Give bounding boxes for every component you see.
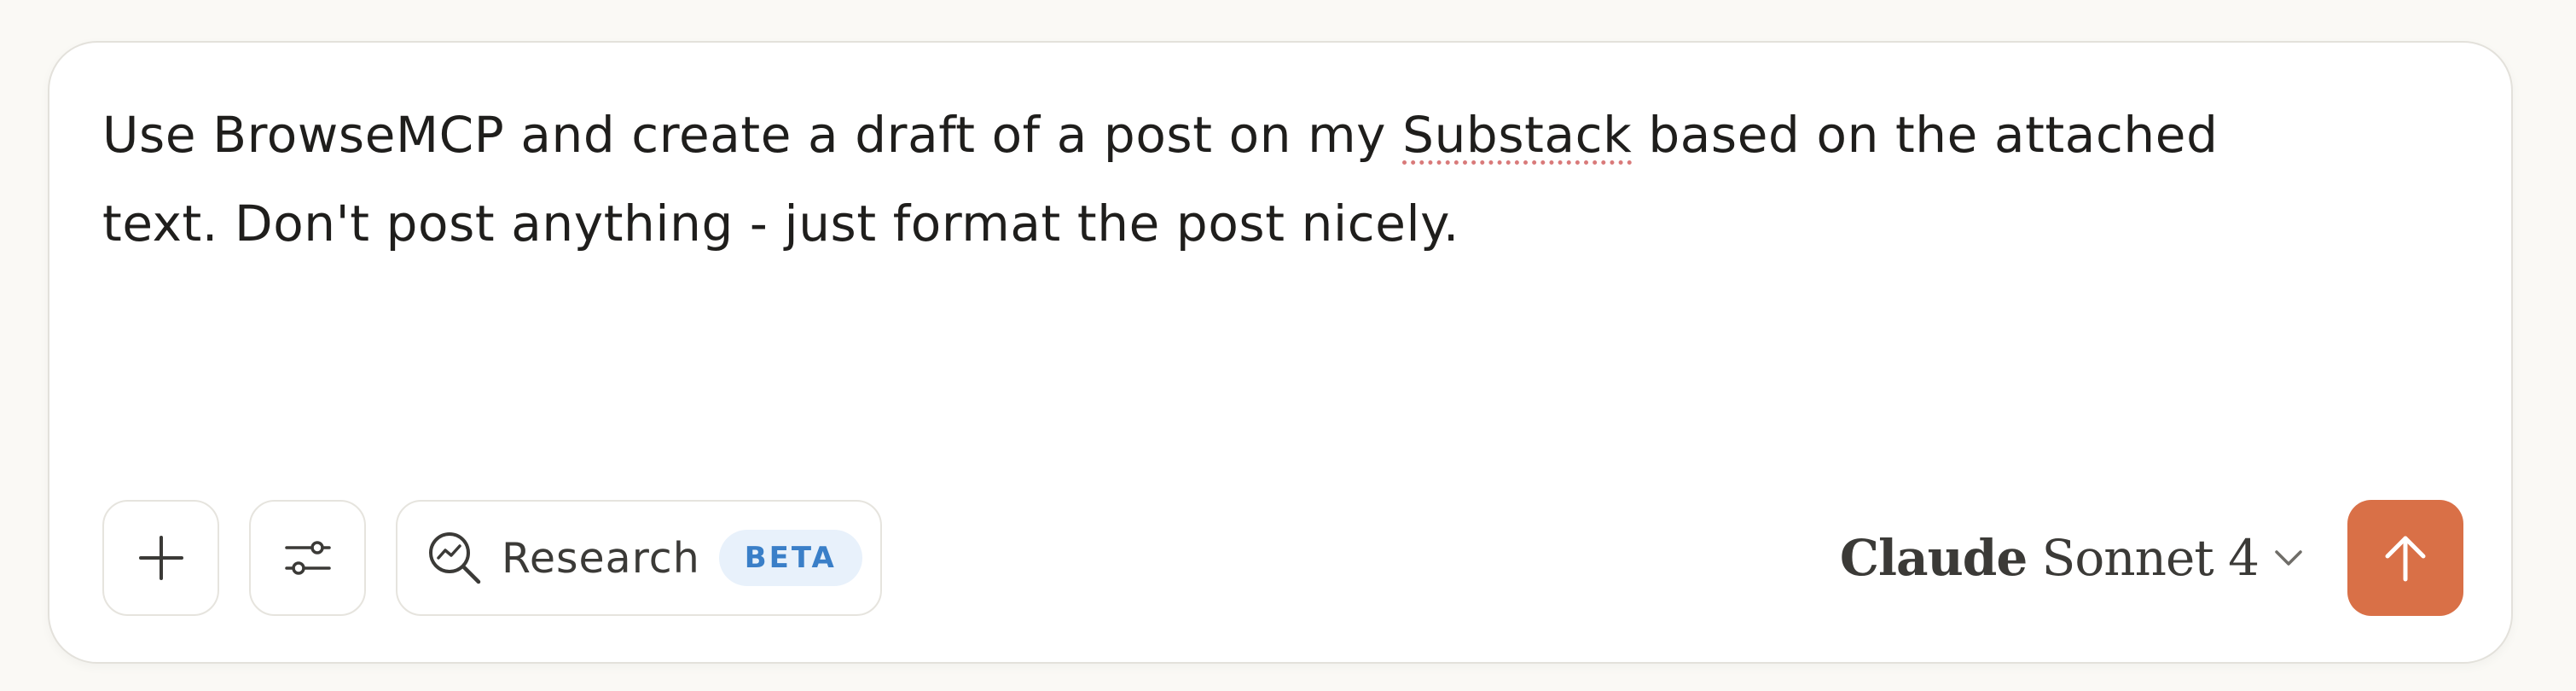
model-brand: Claude [1839, 529, 2028, 587]
prompt-text-line-2: text. Don't post anything - just format … [102, 195, 1459, 253]
plus-icon [138, 536, 183, 580]
research-label: Research [502, 533, 700, 583]
chat-composer: Use BrowseMCP and create a draft of a po… [48, 41, 2513, 664]
prompt-text-segment: Use BrowseMCP and create a draft of a po… [102, 106, 1403, 164]
prompt-text-segment: based on the attached [1632, 106, 2219, 164]
tools-settings-button[interactable] [249, 500, 366, 616]
sliders-icon [284, 541, 331, 575]
send-button[interactable] [2347, 500, 2463, 616]
research-magnifier-icon [429, 532, 481, 584]
misspelled-word: Substack [1402, 106, 1633, 164]
beta-badge: BETA [718, 530, 862, 586]
model-name: Claude Sonnet 4 [1839, 529, 2260, 587]
arrow-up-icon [2385, 536, 2426, 582]
chevron-down-icon [2274, 549, 2303, 567]
model-selector[interactable]: Claude Sonnet 4 [1840, 517, 2303, 599]
research-button[interactable]: Research BETA [396, 500, 882, 616]
add-content-button[interactable] [102, 500, 219, 616]
prompt-input[interactable]: Use BrowseMCP and create a draft of a po… [102, 90, 2457, 268]
model-version: Sonnet 4 [2041, 529, 2260, 587]
